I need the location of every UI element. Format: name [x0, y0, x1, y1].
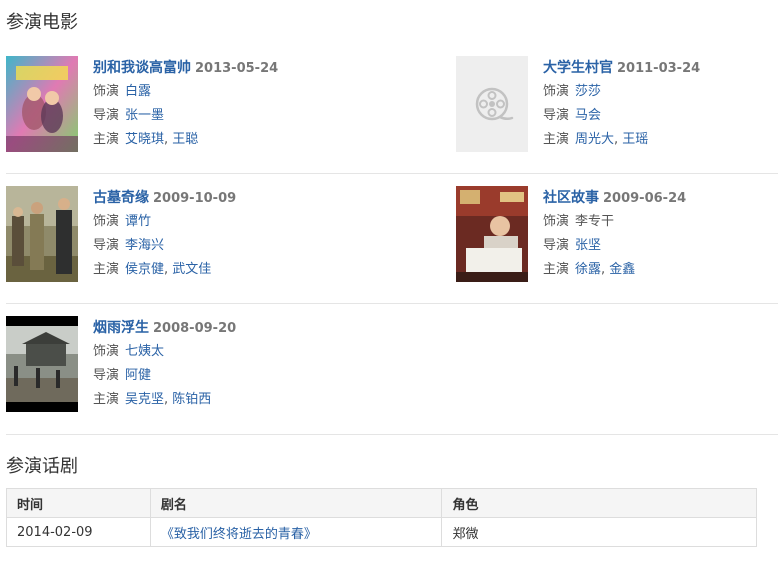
drama-time: 2014-02-09	[6, 517, 151, 547]
film-role-text: 李专干	[575, 214, 615, 229]
film-poster[interactable]	[6, 316, 78, 412]
film-item: 烟雨浮生 2008-09-20 饰演 七姨太 导演 阿健 主演 吴克坚, 陈铂西	[6, 316, 376, 416]
film-cast-link[interactable]: 金鑫	[609, 262, 635, 277]
film-title-link[interactable]: 古墓奇缘	[93, 190, 149, 206]
film-info: 别和我谈高富帅 2013-05-24 饰演 白露 导演 张一墨 主演 艾晓琪, 王聪	[93, 60, 279, 147]
film-date: 2011-03-24	[617, 61, 701, 76]
film-item: 别和我谈高富帅 2013-05-24 饰演 白露 导演 张一墨 主演 艾晓琪, 王聪	[6, 56, 376, 156]
film-date: 2009-06-24	[603, 191, 687, 206]
films-row: 古墓奇缘2009-10-09 饰演谭竹 导演李海兴 主演侯京健, 武文佳	[6, 174, 778, 304]
film-poster[interactable]	[456, 56, 528, 152]
film-cast-link[interactable]: 艾晓琪	[125, 132, 164, 147]
director-label: 导演	[93, 108, 120, 123]
director-label: 导演	[543, 238, 570, 253]
film-info: 古墓奇缘 2009-10-09 饰演 谭竹 导演 李海兴 主演 侯京健, 武文佳	[93, 190, 237, 277]
director-label: 导演	[543, 108, 570, 123]
films-section-title: 参演电影	[6, 12, 78, 33]
role-label: 饰演	[93, 84, 120, 99]
director-label: 导演	[93, 368, 120, 383]
film-cast-link[interactable]: 武文佳	[172, 262, 211, 277]
role-label: 饰演	[93, 344, 120, 359]
table-row: 2014-02-09 《致我们终将逝去的青春》 郑微	[6, 517, 757, 547]
film-director-link[interactable]: 张一墨	[125, 108, 164, 123]
drama-name-cell: 《致我们终将逝去的青春》	[149, 517, 443, 547]
film-info: 大学生村官 2011-03-24 饰演 莎莎 导演 马会 主演 周光大, 王瑶	[543, 60, 701, 147]
film-cast-link[interactable]: 周光大	[575, 132, 614, 147]
film-cast-link[interactable]: 徐露	[575, 262, 601, 277]
table-header-role: 角色	[441, 488, 757, 518]
film-title-link[interactable]: 烟雨浮生	[93, 320, 149, 336]
cast-label: 主演	[93, 132, 120, 147]
film-title-link[interactable]: 社区故事	[543, 190, 599, 206]
role-label: 饰演	[543, 214, 570, 229]
film-cast-link[interactable]: 陈铂西	[172, 392, 211, 407]
film-item: 社区故事 2009-06-24 饰演 李专干 导演 张坚 主演 徐露, 金鑫	[456, 186, 778, 286]
cast-label: 主演	[543, 132, 570, 147]
film-role-link[interactable]: 白露	[125, 84, 151, 99]
film-reel-icon	[456, 56, 528, 152]
role-label: 饰演	[93, 214, 120, 229]
film-date: 2009-10-09	[153, 191, 237, 206]
drama-role: 郑微	[441, 517, 757, 547]
film-info: 烟雨浮生 2008-09-20 饰演 七姨太 导演 阿健 主演 吴克坚, 陈铂西	[93, 320, 237, 407]
drama-name-link[interactable]: 《致我们终将逝去的青春》	[161, 527, 317, 542]
film-info: 社区故事 2009-06-24 饰演 李专干 导演 张坚 主演 徐露, 金鑫	[543, 190, 687, 277]
table-header-time: 时间	[6, 488, 151, 518]
films-row: 别和我谈高富帅 2013-05-24 饰演 白露 导演 张一墨 主演 艾晓琪, 王聪	[6, 44, 778, 174]
film-item: 大学生村官 2011-03-24 饰演 莎莎 导演 马会 主演 周光大, 王瑶	[456, 56, 778, 156]
film-poster[interactable]	[6, 56, 78, 152]
films-list: 别和我谈高富帅 2013-05-24 饰演 白露 导演 张一墨 主演 艾晓琪, 王聪	[6, 44, 778, 435]
role-label: 饰演	[543, 84, 570, 99]
film-director-link[interactable]: 张坚	[575, 238, 601, 253]
film-poster[interactable]	[456, 186, 528, 282]
film-director-link[interactable]: 李海兴	[125, 238, 164, 253]
film-cast-link[interactable]: 王聪	[172, 132, 198, 147]
film-role-link[interactable]: 谭竹	[125, 214, 151, 229]
cast-label: 主演	[543, 262, 570, 277]
film-role-link[interactable]: 七姨太	[125, 344, 164, 359]
film-title-link[interactable]: 别和我谈高富帅	[93, 60, 191, 76]
drama-section-title: 参演话剧	[6, 456, 78, 477]
cast-label: 主演	[93, 262, 120, 277]
film-director-link[interactable]: 马会	[575, 108, 601, 123]
film-poster[interactable]	[6, 186, 78, 282]
cast-label: 主演	[93, 392, 120, 407]
table-header-row: 时间 剧名 角色	[6, 488, 757, 518]
film-date: 2013-05-24	[195, 61, 279, 76]
film-date: 2008-09-20	[153, 321, 237, 336]
film-role-link[interactable]: 莎莎	[575, 84, 601, 99]
film-director-link[interactable]: 阿健	[125, 368, 151, 383]
film-cast-link[interactable]: 侯京健	[125, 262, 164, 277]
table-header-name: 剧名	[149, 488, 443, 518]
director-label: 导演	[93, 238, 120, 253]
film-title-link[interactable]: 大学生村官	[543, 60, 613, 76]
film-item: 古墓奇缘 2009-10-09 饰演 谭竹 导演 李海兴 主演 侯京健, 武文佳	[6, 186, 376, 286]
film-cast-link[interactable]: 吴克坚	[125, 392, 164, 407]
films-row: 烟雨浮生 2008-09-20 饰演 七姨太 导演 阿健 主演 吴克坚, 陈铂西	[6, 304, 778, 435]
film-cast-link[interactable]: 王瑶	[622, 132, 648, 147]
drama-table: 时间 剧名 角色 2014-02-09 《致我们终将逝去的青春》 郑微	[6, 488, 757, 547]
